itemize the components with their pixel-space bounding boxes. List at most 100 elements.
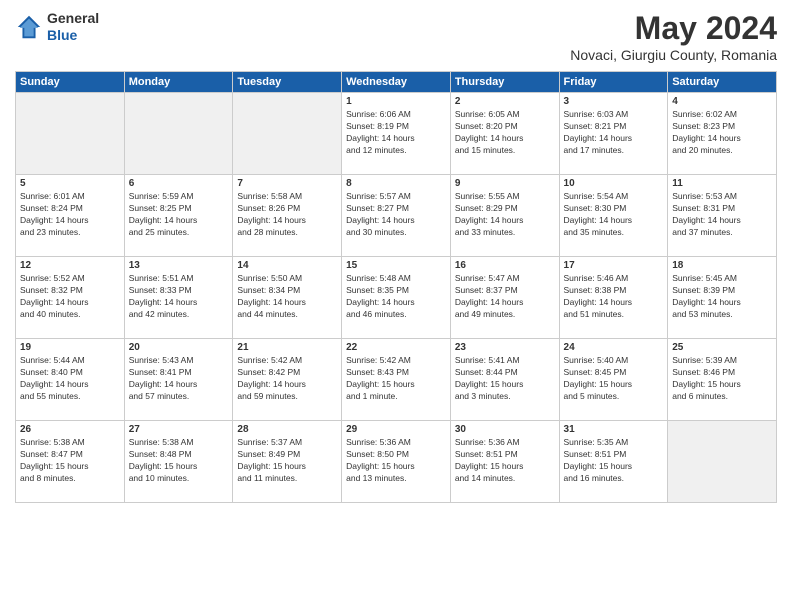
day-number: 11 [672,178,772,189]
calendar-cell: 7 Sunrise: 5:58 AM Sunset: 8:26 PM Daylig… [233,175,342,257]
day-info: Sunrise: 5:50 AM Sunset: 8:34 PM Dayligh… [237,273,337,321]
calendar-cell: 22Sunrise: 5:42 AM Sunset: 8:43 PM Dayli… [342,339,451,421]
calendar-cell: 17 Sunrise: 5:46 AM Sunset: 8:38 PM Dayli… [559,257,668,339]
calendar-cell: 13 Sunrise: 5:51 AM Sunset: 8:33 PM Dayli… [124,257,233,339]
calendar-cell: 15 Sunrise: 5:48 AM Sunset: 8:35 PM Dayli… [342,257,451,339]
day-number: 8 [346,178,446,189]
calendar-cell: 1 Sunrise: 6:06 AM Sunset: 8:19 PM Daylig… [342,93,451,175]
calendar-week-row: 19Sunrise: 5:44 AM Sunset: 8:40 PM Dayli… [16,339,777,421]
day-info: Sunrise: 6:02 AM Sunset: 8:23 PM Dayligh… [672,109,772,157]
calendar-week-row: 12Sunrise: 5:52 AM Sunset: 8:32 PM Dayli… [16,257,777,339]
day-number: 21 [237,342,337,353]
calendar-cell: 20 Sunrise: 5:43 AM Sunset: 8:41 PM Dayli… [124,339,233,421]
day-info: Sunrise: 5:51 AM Sunset: 8:33 PM Dayligh… [129,273,229,321]
day-info: Sunrise: 5:35 AM Sunset: 8:51 PM Dayligh… [564,437,664,485]
day-info: Sunrise: 5:40 AM Sunset: 8:45 PM Dayligh… [564,355,664,403]
day-number: 25 [672,342,772,353]
weekday-header: Saturday [668,72,777,93]
day-number: 23 [455,342,555,353]
calendar-week-row: 26 Sunrise: 5:38 AM Sunset: 8:47 PM Dayli… [16,421,777,503]
calendar-week-row: 1 Sunrise: 6:06 AM Sunset: 8:19 PM Daylig… [16,93,777,175]
day-info: Sunrise: 6:05 AM Sunset: 8:20 PM Dayligh… [455,109,555,157]
day-number: 28 [237,424,337,435]
day-info: Sunrise: 5:37 AM Sunset: 8:49 PM Dayligh… [237,437,337,485]
day-info: Sunrise: 5:45 AM Sunset: 8:39 PM Dayligh… [672,273,772,321]
day-info: Sunrise: 5:57 AM Sunset: 8:27 PM Dayligh… [346,191,446,239]
day-number: 7 [237,178,337,189]
header: General Blue May 2024 Novaci, Giurgiu Co… [15,10,777,63]
day-info: Sunrise: 5:41 AM Sunset: 8:44 PM Dayligh… [455,355,555,403]
day-number: 30 [455,424,555,435]
day-info: Sunrise: 5:36 AM Sunset: 8:50 PM Dayligh… [346,437,446,485]
calendar-cell: 16Sunrise: 5:47 AM Sunset: 8:37 PM Dayli… [450,257,559,339]
calendar-cell: 28 Sunrise: 5:37 AM Sunset: 8:49 PM Dayli… [233,421,342,503]
day-info: Sunrise: 5:53 AM Sunset: 8:31 PM Dayligh… [672,191,772,239]
calendar-cell: 26 Sunrise: 5:38 AM Sunset: 8:47 PM Dayli… [16,421,125,503]
calendar-cell: 27 Sunrise: 5:38 AM Sunset: 8:48 PM Dayli… [124,421,233,503]
day-number: 3 [564,96,664,107]
day-number: 26 [20,424,120,435]
day-info: Sunrise: 5:38 AM Sunset: 8:47 PM Dayligh… [20,437,120,485]
day-info: Sunrise: 6:03 AM Sunset: 8:21 PM Dayligh… [564,109,664,157]
calendar-cell: 8 Sunrise: 5:57 AM Sunset: 8:27 PM Daylig… [342,175,451,257]
weekday-header: Monday [124,72,233,93]
day-number: 14 [237,260,337,271]
calendar-cell: 19Sunrise: 5:44 AM Sunset: 8:40 PM Dayli… [16,339,125,421]
calendar-cell: 25 Sunrise: 5:39 AM Sunset: 8:46 PM Dayli… [668,339,777,421]
day-number: 20 [129,342,229,353]
day-number: 18 [672,260,772,271]
calendar-cell: 3 Sunrise: 6:03 AM Sunset: 8:21 PM Daylig… [559,93,668,175]
calendar-cell [233,93,342,175]
day-info: Sunrise: 6:06 AM Sunset: 8:19 PM Dayligh… [346,109,446,157]
page: General Blue May 2024 Novaci, Giurgiu Co… [0,0,792,612]
day-info: Sunrise: 5:55 AM Sunset: 8:29 PM Dayligh… [455,191,555,239]
day-info: Sunrise: 5:38 AM Sunset: 8:48 PM Dayligh… [129,437,229,485]
calendar-cell: 11 Sunrise: 5:53 AM Sunset: 8:31 PM Dayli… [668,175,777,257]
calendar-cell: 21 Sunrise: 5:42 AM Sunset: 8:42 PM Dayli… [233,339,342,421]
title-month: May 2024 [570,10,777,47]
day-number: 17 [564,260,664,271]
weekday-header: Wednesday [342,72,451,93]
calendar-cell: 24Sunrise: 5:40 AM Sunset: 8:45 PM Dayli… [559,339,668,421]
calendar-cell: 23 Sunrise: 5:41 AM Sunset: 8:44 PM Dayli… [450,339,559,421]
logo-blue: Blue [47,27,77,43]
day-info: Sunrise: 5:42 AM Sunset: 8:42 PM Dayligh… [237,355,337,403]
day-number: 9 [455,178,555,189]
day-info: Sunrise: 5:54 AM Sunset: 8:30 PM Dayligh… [564,191,664,239]
day-number: 16 [455,260,555,271]
day-number: 29 [346,424,446,435]
day-info: Sunrise: 5:39 AM Sunset: 8:46 PM Dayligh… [672,355,772,403]
calendar-cell: 5 Sunrise: 6:01 AM Sunset: 8:24 PM Daylig… [16,175,125,257]
calendar-cell: 14 Sunrise: 5:50 AM Sunset: 8:34 PM Dayli… [233,257,342,339]
weekday-header: Friday [559,72,668,93]
calendar-cell: 6Sunrise: 5:59 AM Sunset: 8:25 PM Daylig… [124,175,233,257]
logo-text: General Blue [47,10,99,44]
day-number: 27 [129,424,229,435]
calendar-cell: 2 Sunrise: 6:05 AM Sunset: 8:20 PM Daylig… [450,93,559,175]
day-number: 13 [129,260,229,271]
weekday-header: Sunday [16,72,125,93]
calendar-cell [124,93,233,175]
day-info: Sunrise: 5:46 AM Sunset: 8:38 PM Dayligh… [564,273,664,321]
day-number: 1 [346,96,446,107]
day-info: Sunrise: 5:43 AM Sunset: 8:41 PM Dayligh… [129,355,229,403]
title-block: May 2024 Novaci, Giurgiu County, Romania [570,10,777,63]
calendar-cell: 29 Sunrise: 5:36 AM Sunset: 8:50 PM Dayli… [342,421,451,503]
logo-general: General [47,10,99,26]
day-number: 22 [346,342,446,353]
weekday-header: Tuesday [233,72,342,93]
calendar-cell: 9 Sunrise: 5:55 AM Sunset: 8:29 PM Daylig… [450,175,559,257]
title-location: Novaci, Giurgiu County, Romania [570,47,777,63]
calendar-cell [668,421,777,503]
day-info: Sunrise: 5:36 AM Sunset: 8:51 PM Dayligh… [455,437,555,485]
day-info: Sunrise: 5:58 AM Sunset: 8:26 PM Dayligh… [237,191,337,239]
day-info: Sunrise: 5:48 AM Sunset: 8:35 PM Dayligh… [346,273,446,321]
day-number: 2 [455,96,555,107]
calendar-cell: 31Sunrise: 5:35 AM Sunset: 8:51 PM Dayli… [559,421,668,503]
calendar-cell: 10Sunrise: 5:54 AM Sunset: 8:30 PM Dayli… [559,175,668,257]
day-info: Sunrise: 6:01 AM Sunset: 8:24 PM Dayligh… [20,191,120,239]
day-number: 5 [20,178,120,189]
weekday-header: Thursday [450,72,559,93]
day-info: Sunrise: 5:59 AM Sunset: 8:25 PM Dayligh… [129,191,229,239]
day-number: 15 [346,260,446,271]
